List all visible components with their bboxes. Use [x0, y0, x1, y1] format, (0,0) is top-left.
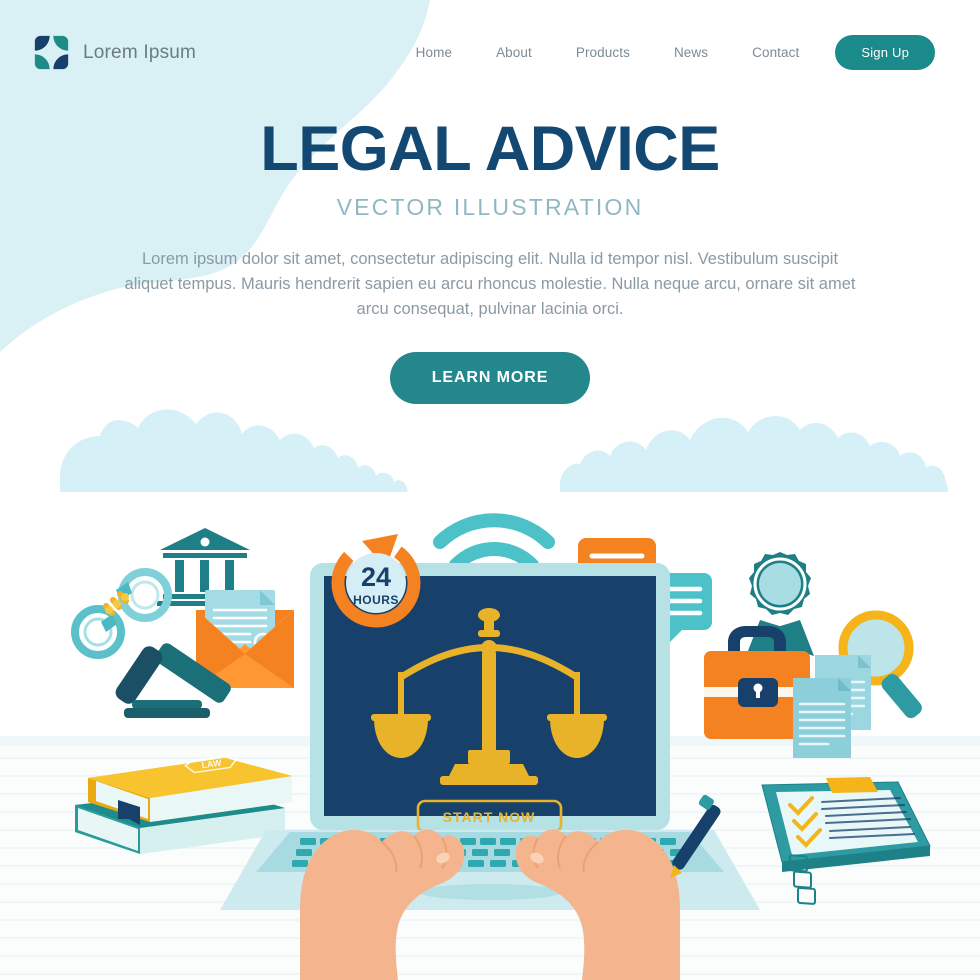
hero-subtitle: VECTOR ILLUSTRATION: [336, 194, 644, 220]
hero-illustration: LAW START NOW 24 HOURS: [0, 410, 980, 980]
landing-page: Lorem Ipsum Home About Products News Con…: [0, 0, 980, 980]
brand-name: Lorem Ipsum: [83, 41, 197, 63]
learn-more-button[interactable]: LEARN MORE: [389, 352, 591, 405]
four-petal-logo-icon: [34, 35, 69, 70]
brand-logo[interactable]: Lorem Ipsum: [33, 34, 196, 71]
main-nav: Home About Products News Contact Sign Up: [394, 35, 980, 70]
badge-number: 24: [361, 562, 391, 592]
handcuffs-icon: [71, 568, 172, 659]
nav-item-contact[interactable]: Contact: [730, 45, 821, 60]
sign-up-button[interactable]: Sign Up: [835, 35, 935, 70]
page-title: LEGAL ADVICE: [260, 114, 720, 184]
hero-section: LEGAL ADVICE VECTOR ILLUSTRATION Lorem i…: [0, 114, 980, 405]
nav-item-products[interactable]: Products: [554, 45, 652, 60]
site-header: Lorem Ipsum Home About Products News Con…: [0, 0, 980, 105]
nav-item-about[interactable]: About: [474, 45, 554, 60]
start-now-label: START NOW: [443, 809, 536, 825]
nav-item-home[interactable]: Home: [394, 45, 474, 60]
nav-item-news[interactable]: News: [652, 45, 730, 60]
hero-description: Lorem ipsum dolor sit amet, consectetur …: [124, 250, 856, 319]
badge-unit: HOURS: [353, 593, 399, 607]
